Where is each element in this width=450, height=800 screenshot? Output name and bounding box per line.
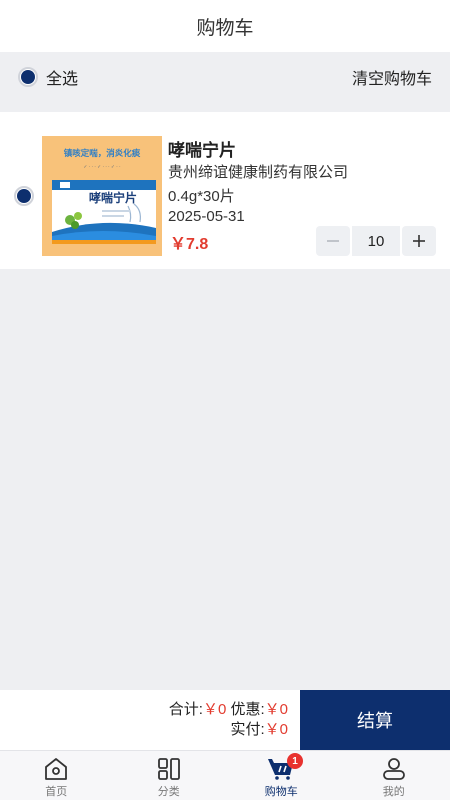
increase-quantity-button[interactable] — [402, 226, 436, 256]
quantity-input[interactable]: 10 — [352, 226, 400, 256]
total-value: ￥0 — [202, 701, 227, 718]
discount-value: ￥0 — [264, 701, 288, 718]
checkout-bar: 合计:￥0 优惠:￥0 实付:￥0 结算 — [0, 690, 450, 750]
item-select-radio[interactable] — [14, 186, 34, 206]
product-price: ￥7.8 — [170, 236, 209, 253]
clear-cart-button[interactable]: 清空购物车 — [352, 65, 432, 89]
paid-value: ￥0 — [264, 721, 288, 738]
cart-count-badge: 1 — [287, 753, 303, 769]
bottom-tab-bar: 首页 分类 1 购物车 我的 — [0, 750, 450, 800]
decrease-quantity-button[interactable] — [316, 226, 350, 256]
select-all-label: 全选 — [46, 71, 79, 88]
product-image[interactable]: 镇咳定喘，消炎化痰 ✓ · · · ✓ · · · ✓ · · 哮喘宁片 — [42, 136, 162, 256]
tab-home-label: 首页 — [45, 786, 68, 798]
plus-icon — [413, 235, 425, 247]
svg-text:✓ · · · ✓ · · · ✓ · ·: ✓ · · · ✓ · · · ✓ · · — [83, 165, 120, 170]
radio-checked-dot — [17, 189, 31, 203]
category-icon — [157, 758, 180, 780]
order-totals: 合计:￥0 优惠:￥0 实付:￥0 — [169, 700, 288, 740]
select-all-toggle[interactable]: 全选 — [18, 65, 78, 89]
page-title: 购物车 — [196, 17, 254, 39]
tab-home[interactable]: 首页 — [0, 751, 113, 800]
paid-label: 实付: — [230, 721, 265, 738]
product-slogan: 镇咳定喘，消炎化痰 — [64, 148, 141, 159]
minus-icon — [327, 240, 339, 242]
total-label: 合计: — [168, 701, 203, 718]
product-box-title: 哮喘宁片 — [89, 190, 137, 205]
tab-cart[interactable]: 1 购物车 — [225, 751, 338, 800]
checkout-button[interactable]: 结算 — [300, 690, 450, 750]
product-box-illustration: 镇咳定喘，消炎化痰 ✓ · · · ✓ · · · ✓ · · 哮喘宁片 — [42, 136, 162, 256]
tab-cart-label: 购物车 — [264, 786, 298, 798]
discount-label: 优惠: — [230, 701, 265, 718]
cart-toolbar: 全选 清空购物车 — [0, 52, 450, 102]
cart-item: 镇咳定喘，消炎化痰 ✓ · · · ✓ · · · ✓ · · 哮喘宁片 哮喘宁… — [0, 112, 450, 269]
user-icon — [382, 758, 405, 780]
tab-mine-label: 我的 — [382, 786, 405, 798]
product-spec: 0.4g*30片 — [168, 188, 235, 205]
tab-category[interactable]: 分类 — [113, 751, 226, 800]
radio-checked-dot — [21, 70, 35, 84]
product-manufacturer: 贵州缔谊健康制药有限公司 — [168, 164, 349, 181]
product-name[interactable]: 哮喘宁片 — [168, 136, 236, 161]
home-icon — [45, 758, 68, 780]
tab-category-label: 分类 — [157, 786, 180, 798]
page-header: 购物车 — [0, 0, 450, 52]
product-expiry-date: 2025-05-31 — [168, 208, 245, 225]
select-all-radio[interactable] — [18, 67, 38, 87]
quantity-stepper: 10 — [316, 226, 436, 256]
tab-mine[interactable]: 我的 — [338, 751, 450, 800]
